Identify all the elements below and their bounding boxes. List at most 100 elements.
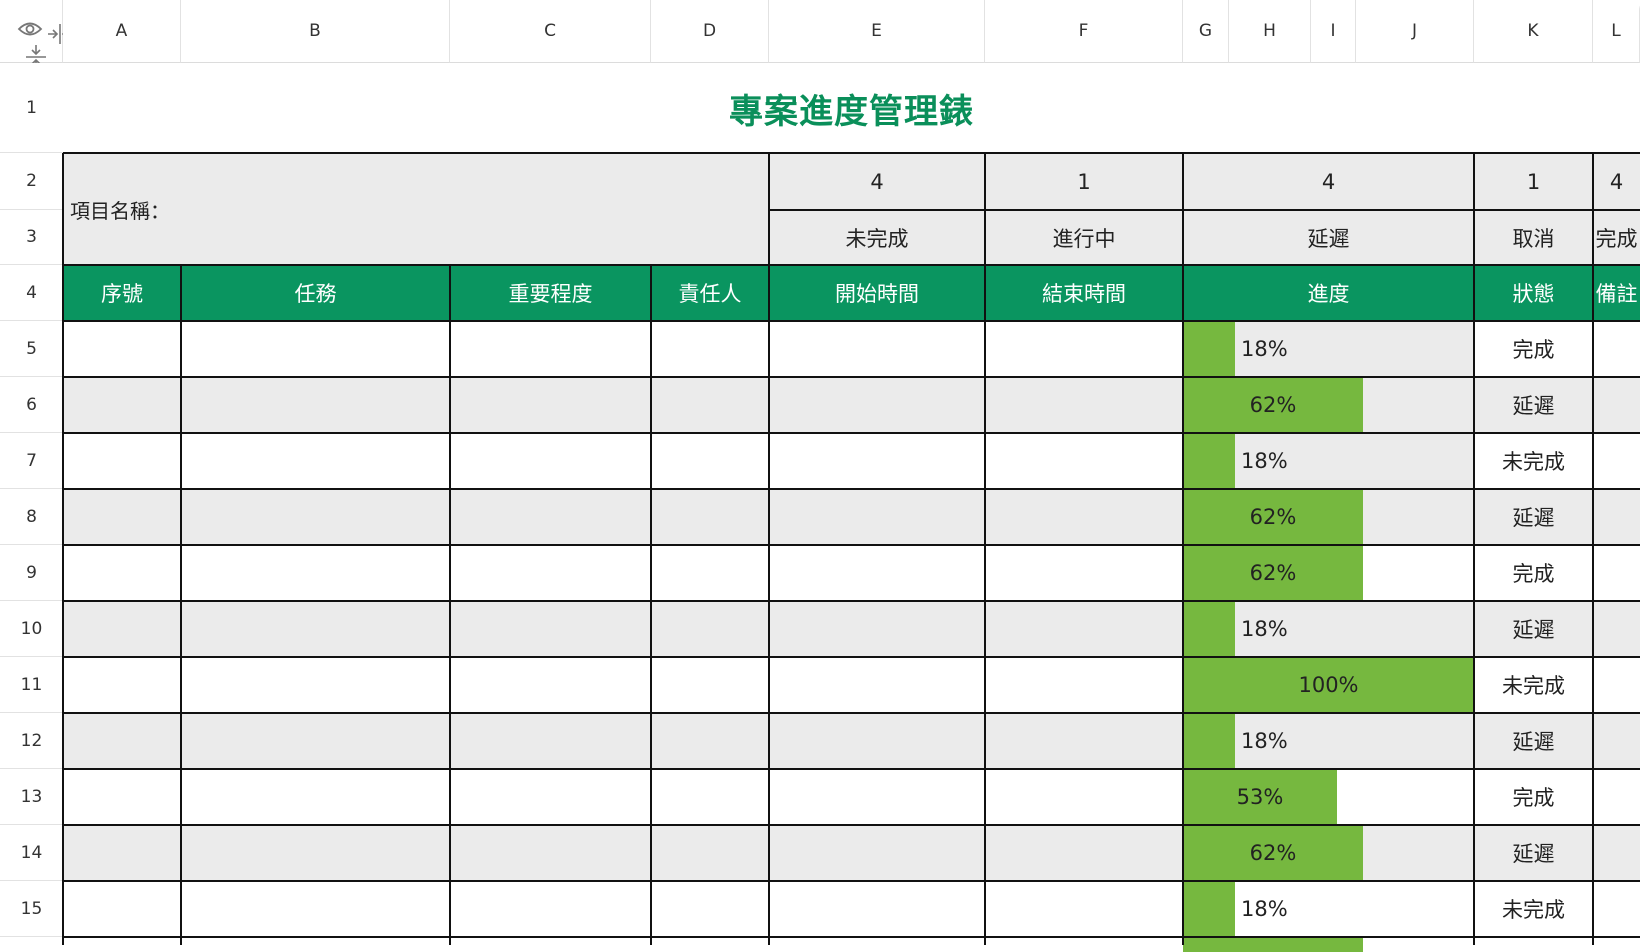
row-header-4[interactable]: 4 <box>0 265 63 321</box>
remarks-cell[interactable] <box>1593 433 1640 489</box>
status-cell[interactable]: 完成 <box>1474 769 1593 825</box>
status-count[interactable]: 4 <box>769 153 985 210</box>
data-cell[interactable] <box>985 769 1183 825</box>
column-header-g[interactable]: G <box>1183 0 1229 63</box>
status-label[interactable]: 取消 <box>1474 210 1593 265</box>
data-cell[interactable] <box>450 489 651 545</box>
column-header-d[interactable]: D <box>651 0 769 63</box>
data-cell[interactable] <box>181 433 450 489</box>
data-cell[interactable] <box>181 489 450 545</box>
row-header-6[interactable]: 6 <box>0 377 63 433</box>
data-cell[interactable] <box>181 713 450 769</box>
data-cell[interactable] <box>181 601 450 657</box>
column-header-e[interactable]: E <box>769 0 985 63</box>
data-cell[interactable] <box>450 657 651 713</box>
row-header-10[interactable]: 10 <box>0 601 63 657</box>
row-header-15[interactable]: 15 <box>0 881 63 937</box>
data-cell[interactable] <box>985 825 1183 881</box>
remarks-cell[interactable] <box>1593 545 1640 601</box>
status-cell[interactable]: 完成 <box>1474 545 1593 601</box>
row-header-2[interactable]: 2 <box>0 153 63 210</box>
data-cell[interactable] <box>985 489 1183 545</box>
data-cell[interactable] <box>450 433 651 489</box>
status-cell[interactable]: 延遲 <box>1474 825 1593 881</box>
data-cell[interactable] <box>651 657 769 713</box>
remarks-cell[interactable] <box>1593 321 1640 377</box>
remarks-cell[interactable] <box>1593 489 1640 545</box>
table-header-cell[interactable]: 進度 <box>1183 265 1474 321</box>
data-cell[interactable] <box>769 489 985 545</box>
data-cell[interactable] <box>985 545 1183 601</box>
data-cell[interactable] <box>63 377 181 433</box>
row-header-1[interactable]: 1 <box>0 63 63 153</box>
data-cell[interactable] <box>651 489 769 545</box>
column-header-b[interactable]: B <box>181 0 450 63</box>
data-cell[interactable] <box>985 713 1183 769</box>
status-label[interactable]: 進行中 <box>985 210 1183 265</box>
data-cell[interactable] <box>651 825 769 881</box>
table-header-cell[interactable]: 序號 <box>63 265 181 321</box>
remarks-cell[interactable] <box>1593 769 1640 825</box>
data-cell[interactable] <box>63 713 181 769</box>
status-cell[interactable]: 延遲 <box>1474 489 1593 545</box>
table-header-cell[interactable]: 狀態 <box>1474 265 1593 321</box>
data-cell[interactable] <box>985 433 1183 489</box>
data-cell[interactable] <box>769 881 985 937</box>
status-cell[interactable]: 延遲 <box>1474 377 1593 433</box>
data-cell[interactable] <box>769 377 985 433</box>
row-header-5[interactable]: 5 <box>0 321 63 377</box>
status-count[interactable]: 4 <box>1183 153 1474 210</box>
select-all-corner[interactable] <box>0 0 72 69</box>
remarks-cell[interactable] <box>1593 657 1640 713</box>
data-cell[interactable] <box>181 321 450 377</box>
data-cell[interactable] <box>450 881 651 937</box>
data-cell[interactable] <box>181 377 450 433</box>
sheet-title[interactable]: 專案進度管理錶 <box>63 63 1640 153</box>
table-header-cell[interactable]: 開始時間 <box>769 265 985 321</box>
data-cell[interactable] <box>181 825 450 881</box>
column-header-c[interactable]: C <box>450 0 651 63</box>
data-cell[interactable] <box>985 321 1183 377</box>
data-cell[interactable] <box>985 657 1183 713</box>
column-header-h[interactable]: H <box>1229 0 1311 63</box>
status-cell[interactable]: 未完成 <box>1474 881 1593 937</box>
data-cell[interactable] <box>985 881 1183 937</box>
table-header-cell[interactable]: 責任人 <box>651 265 769 321</box>
column-header-k[interactable]: K <box>1474 0 1593 63</box>
remarks-cell[interactable] <box>1593 881 1640 937</box>
data-cell[interactable] <box>450 377 651 433</box>
data-cell[interactable] <box>769 825 985 881</box>
status-cell[interactable]: 未完成 <box>1474 657 1593 713</box>
data-cell[interactable] <box>181 769 450 825</box>
row-header-11[interactable]: 11 <box>0 657 63 713</box>
data-cell[interactable] <box>651 545 769 601</box>
data-cell[interactable] <box>769 713 985 769</box>
status-label[interactable]: 未完成 <box>769 210 985 265</box>
data-cell[interactable] <box>450 769 651 825</box>
status-cell[interactable]: 延遲 <box>1474 601 1593 657</box>
row-header-3[interactable]: 3 <box>0 210 63 265</box>
column-header-a[interactable]: A <box>63 0 181 63</box>
eye-icon[interactable] <box>17 20 43 41</box>
data-cell[interactable] <box>769 545 985 601</box>
status-cell[interactable]: 未完成 <box>1474 433 1593 489</box>
data-cell[interactable] <box>63 769 181 825</box>
row-header-9[interactable]: 9 <box>0 545 63 601</box>
row-header-14[interactable]: 14 <box>0 825 63 881</box>
status-count[interactable]: 4 <box>1593 153 1640 210</box>
data-cell[interactable] <box>450 321 651 377</box>
data-cell[interactable] <box>181 545 450 601</box>
data-cell[interactable] <box>450 825 651 881</box>
column-header-f[interactable]: F <box>985 0 1183 63</box>
column-header-j[interactable]: J <box>1356 0 1474 63</box>
data-cell[interactable] <box>63 881 181 937</box>
data-cell[interactable] <box>651 601 769 657</box>
project-name-label[interactable]: 項目名稱： <box>63 153 772 265</box>
data-cell[interactable] <box>985 377 1183 433</box>
status-cell[interactable]: 延遲 <box>1474 713 1593 769</box>
data-cell[interactable] <box>651 769 769 825</box>
row-header-13[interactable]: 13 <box>0 769 63 825</box>
column-header-l[interactable]: L <box>1593 0 1640 63</box>
data-cell[interactable] <box>63 489 181 545</box>
status-label[interactable]: 延遲 <box>1183 210 1474 265</box>
